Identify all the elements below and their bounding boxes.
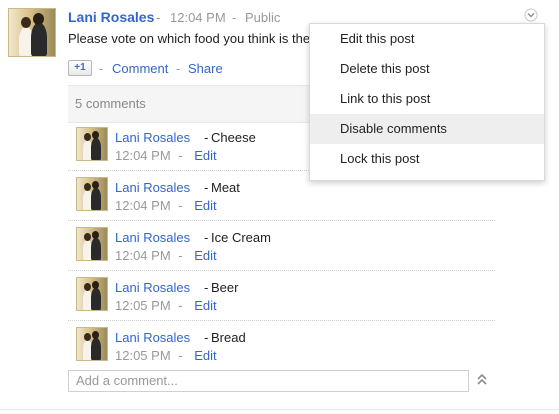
action-separator: - bbox=[99, 61, 104, 76]
chevron-down-icon[interactable] bbox=[524, 8, 538, 22]
comment-author-name[interactable]: Lani Rosales bbox=[115, 180, 190, 195]
comment-edit-link[interactable]: Edit bbox=[194, 198, 216, 213]
comment-edit-link[interactable]: Edit bbox=[194, 248, 216, 263]
post-author-avatar[interactable] bbox=[8, 8, 56, 57]
comment-meta-dash: - bbox=[178, 248, 183, 263]
comment-meta-dash: - bbox=[178, 198, 183, 213]
comment-item: Lani Rosales - Ice Cream 12:04 PM - Edit bbox=[68, 221, 495, 271]
comment-author-name[interactable]: Lani Rosales bbox=[115, 130, 190, 145]
comment-meta: 12:05 PM - Edit bbox=[115, 348, 217, 363]
comment-author-name[interactable]: Lani Rosales bbox=[115, 230, 190, 245]
comment-dash: - bbox=[204, 130, 209, 145]
comment-dash: - bbox=[204, 330, 209, 345]
comment-meta: 12:05 PM - Edit bbox=[115, 298, 217, 313]
comment-text: Cheese bbox=[211, 130, 256, 145]
post-author-name[interactable]: Lani Rosales bbox=[68, 9, 154, 25]
comment-author-name[interactable]: Lani Rosales bbox=[115, 330, 190, 345]
comment-meta: 12:04 PM - Edit bbox=[115, 198, 217, 213]
comment-author-avatar[interactable] bbox=[76, 327, 108, 361]
post-visibility[interactable]: Public bbox=[245, 10, 280, 25]
comment-meta-dash: - bbox=[178, 148, 183, 163]
menu-item-lock-post[interactable]: Lock this post bbox=[310, 144, 544, 174]
plus-one-button[interactable]: +1 bbox=[68, 60, 92, 76]
comment-meta: 12:04 PM - Edit bbox=[115, 248, 217, 263]
comment-meta-dash: - bbox=[178, 348, 183, 363]
comment-meta-dash: - bbox=[178, 298, 183, 313]
bottom-divider bbox=[0, 409, 559, 410]
add-comment-input[interactable]: Add a comment... bbox=[68, 370, 469, 392]
comment-text: Beer bbox=[211, 280, 239, 295]
comment-dash: - bbox=[204, 230, 209, 245]
comments-count[interactable]: 5 comments bbox=[75, 96, 146, 111]
share-link[interactable]: Share bbox=[188, 61, 223, 76]
comment-link[interactable]: Comment bbox=[112, 61, 168, 76]
double-chevron-up-icon[interactable] bbox=[475, 372, 489, 386]
comment-meta: 12:04 PM - Edit bbox=[115, 148, 217, 163]
comment-edit-link[interactable]: Edit bbox=[194, 348, 216, 363]
post-time[interactable]: 12:04 PM bbox=[170, 10, 226, 25]
comment-edit-link[interactable]: Edit bbox=[194, 298, 216, 313]
comment-time[interactable]: 12:04 PM bbox=[115, 148, 171, 163]
post-header-separator: - bbox=[156, 10, 161, 25]
action-separator: - bbox=[176, 61, 181, 76]
comment-author-avatar[interactable] bbox=[76, 227, 108, 261]
comment-time[interactable]: 12:05 PM bbox=[115, 348, 171, 363]
comment-item: Lani Rosales - Beer 12:05 PM - Edit bbox=[68, 271, 495, 321]
comment-dash: - bbox=[204, 280, 209, 295]
comment-author-avatar[interactable] bbox=[76, 127, 108, 161]
comment-edit-link[interactable]: Edit bbox=[194, 148, 216, 163]
menu-item-link-post[interactable]: Link to this post bbox=[310, 84, 544, 114]
comment-time[interactable]: 12:04 PM bbox=[115, 198, 171, 213]
comment-author-name[interactable]: Lani Rosales bbox=[115, 280, 190, 295]
comment-author-avatar[interactable] bbox=[76, 177, 108, 211]
comment-text: Meat bbox=[211, 180, 240, 195]
comment-text: Bread bbox=[211, 330, 246, 345]
menu-item-disable-comments[interactable]: Disable comments bbox=[310, 114, 544, 144]
post-options-menu: Edit this post Delete this post Link to … bbox=[309, 23, 545, 181]
comment-author-avatar[interactable] bbox=[76, 277, 108, 311]
comment-time[interactable]: 12:04 PM bbox=[115, 248, 171, 263]
menu-item-delete-post[interactable]: Delete this post bbox=[310, 54, 544, 84]
comment-dash: - bbox=[204, 180, 209, 195]
post-text: Please vote on which food you think is t… bbox=[68, 31, 311, 46]
post-header-separator: - bbox=[232, 10, 237, 25]
comment-text: Ice Cream bbox=[211, 230, 271, 245]
comment-item: Lani Rosales - Bread 12:05 PM - Edit bbox=[68, 321, 495, 371]
comment-time[interactable]: 12:05 PM bbox=[115, 298, 171, 313]
menu-item-edit-post[interactable]: Edit this post bbox=[310, 24, 544, 54]
